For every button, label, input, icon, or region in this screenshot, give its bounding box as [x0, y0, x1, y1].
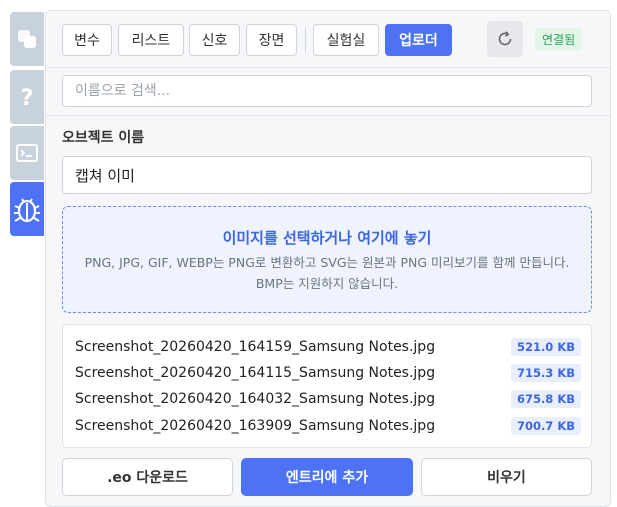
refresh-icon: [498, 31, 512, 46]
uploader-panel: 변수 리스트 신호 장면 실험실 업로더 연결됨 오브젝트 이름 이미지를 선택…: [45, 10, 611, 507]
svg-text:?: ?: [21, 86, 34, 110]
dropzone-title: 이미지를 선택하거나 여기에 놓기: [222, 229, 432, 247]
bug-icon: [14, 198, 40, 223]
image-dropzone[interactable]: 이미지를 선택하거나 여기에 놓기 PNG, JPG, GIF, WEBP는 P…: [62, 206, 592, 313]
file-name: Screenshot_20260420_164115_Samsung Notes…: [75, 365, 436, 381]
terminal-icon: [16, 144, 38, 162]
object-name-label: 오브젝트 이름: [62, 130, 145, 146]
clear-button[interactable]: 비우기: [421, 458, 592, 496]
file-size-badge: 521.0 KB: [510, 338, 581, 356]
search-input[interactable]: [62, 75, 592, 107]
file-list: Screenshot_20260420_164159_Samsung Notes…: [62, 324, 592, 448]
file-name: Screenshot_20260420_163909_Samsung Notes…: [75, 418, 436, 434]
file-row[interactable]: Screenshot_20260420_164115_Samsung Notes…: [75, 360, 581, 386]
file-name: Screenshot_20260420_164032_Samsung Notes…: [75, 391, 436, 407]
side-rail: ?: [0, 0, 46, 501]
terminal-button[interactable]: [10, 126, 44, 180]
tab-bar: 변수 리스트 신호 장면 실험실 업로더 연결됨: [46, 11, 610, 68]
refresh-button[interactable]: [487, 21, 523, 57]
tab-signals[interactable]: 신호: [189, 24, 240, 56]
connection-status-badge: 연결됨: [535, 28, 583, 50]
tab-lists[interactable]: 리스트: [118, 24, 184, 56]
debug-button[interactable]: [10, 182, 44, 236]
tab-variables[interactable]: 변수: [62, 24, 112, 56]
tab-uploader[interactable]: 업로더: [385, 24, 452, 56]
add-to-entry-button[interactable]: 엔트리에 추가: [241, 458, 413, 496]
file-row[interactable]: Screenshot_20260420_164032_Samsung Notes…: [75, 386, 581, 412]
file-row[interactable]: Screenshot_20260420_164159_Samsung Notes…: [75, 334, 581, 360]
file-size-badge: 675.8 KB: [510, 390, 581, 408]
file-name: Screenshot_20260420_164159_Samsung Notes…: [75, 339, 436, 355]
tab-scenes[interactable]: 장면: [246, 24, 297, 56]
object-name-input[interactable]: [62, 156, 592, 194]
file-size-badge: 715.3 KB: [510, 364, 581, 382]
file-row[interactable]: Screenshot_20260420_163909_Samsung Notes…: [75, 413, 581, 439]
help-button[interactable]: ?: [10, 70, 44, 124]
section-divider: [46, 115, 610, 116]
tab-separator: [305, 27, 306, 53]
blocks-button[interactable]: [10, 12, 44, 66]
blocks-icon: [18, 30, 36, 48]
download-eo-button[interactable]: .eo 다운로드: [62, 458, 233, 496]
file-size-badge: 700.7 KB: [510, 417, 581, 435]
tab-lab[interactable]: 실험실: [313, 24, 379, 56]
dropzone-description: PNG, JPG, GIF, WEBP는 PNG로 변환하고 SVG는 원본과 …: [84, 255, 570, 291]
help-icon: ?: [21, 86, 34, 110]
